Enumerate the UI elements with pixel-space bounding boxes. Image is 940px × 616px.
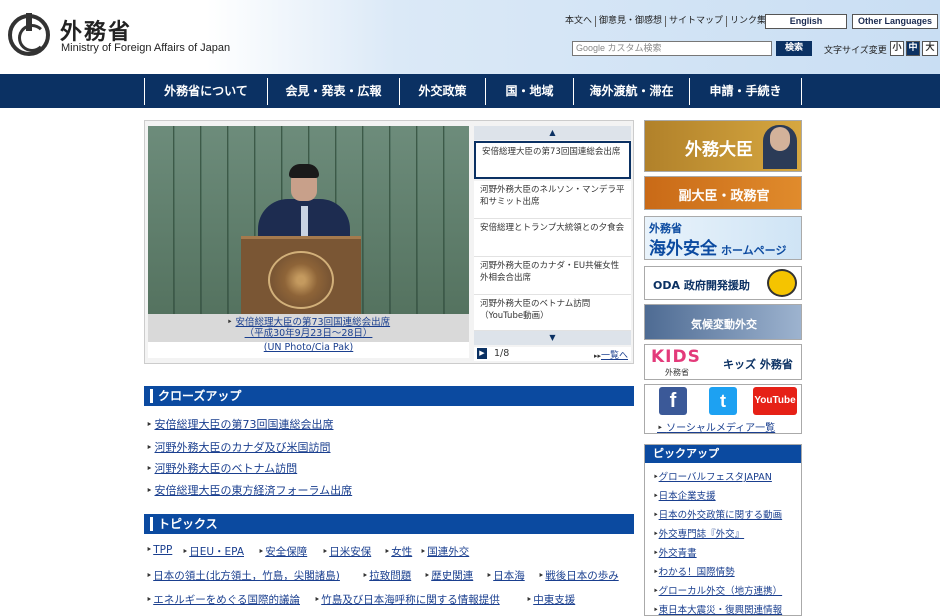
kids-logo: KIDS: [651, 347, 701, 367]
search-input[interactable]: Google カスタム検索: [572, 41, 772, 56]
fontsize-small-button[interactable]: 小: [890, 41, 904, 56]
search-button[interactable]: 検索: [776, 41, 812, 56]
list-down-arrow-icon[interactable]: ▼: [474, 331, 631, 345]
topic-postwar[interactable]: 戦後日本の歩み: [538, 568, 619, 583]
english-button[interactable]: English: [765, 14, 847, 29]
list-all-link[interactable]: 一覧へ: [601, 351, 628, 361]
play-icon[interactable]: ▶: [477, 348, 487, 359]
topic-sea-of-japan[interactable]: 日本海: [486, 568, 525, 583]
pickup-link-6[interactable]: わかる！国際情勢: [653, 564, 735, 578]
util-link-links[interactable]: リンク集: [726, 16, 769, 27]
closeup-link-1[interactable]: 安倍総理大臣の第73回国連総会出席: [146, 416, 334, 432]
minister-banner[interactable]: 外務大臣: [644, 120, 802, 172]
closeup-heading: クローズアップ: [144, 386, 634, 406]
social-media-list-label[interactable]: ソーシャルメディア一覧: [666, 423, 775, 433]
slide-caption-title[interactable]: 安倍総理大臣の第73回国連総会出席: [236, 317, 391, 328]
nav-countries[interactable]: 国・地域: [486, 78, 574, 105]
social-media-box: f t YouTube ‣ ソーシャルメディア一覧: [644, 384, 802, 434]
carousel-item-4[interactable]: 河野外務大臣のカナダ・EU共催女性外相会合出席: [474, 257, 631, 295]
topic-energy[interactable]: エネルギーをめぐる国際的議論: [146, 592, 300, 607]
closeup-link-4[interactable]: 安倍総理大臣の東方経済フォーラム出席: [146, 482, 353, 498]
slide-caption-dates: （平成30年9月23日～28日）: [244, 328, 373, 339]
utility-links: 本文へ 御意見・御感想 サイトマップ リンク集: [562, 16, 769, 27]
pickup-link-7[interactable]: グローカル外交（地方連携）: [653, 583, 783, 597]
safety-label-2: 海外安全: [649, 239, 717, 259]
climate-label: 気候変動外交: [691, 318, 757, 331]
topic-history[interactable]: 歴史関連: [424, 568, 473, 583]
nav-press[interactable]: 会見・発表・広報: [268, 78, 400, 105]
oda-banner[interactable]: ODA 政府開発援助: [644, 266, 802, 300]
topic-territory[interactable]: 日本の領土(北方領土，竹島，尖閣諸島): [146, 568, 340, 583]
closeup-link-3[interactable]: 河野外務大臣のベトナム訪問: [146, 460, 298, 476]
list-up-arrow-icon[interactable]: ▲: [474, 126, 631, 140]
carousel-pager: ▶ 1/8 ▸▸一覧へ: [474, 347, 631, 361]
pickup-heading: ピックアップ: [645, 445, 801, 463]
podium: [241, 236, 361, 314]
pickup-link-2[interactable]: 日本企業支援: [653, 488, 716, 502]
youtube-icon[interactable]: YouTube: [753, 387, 797, 415]
kids-logo-sub: 外務省: [665, 368, 689, 377]
slide-photo[interactable]: [148, 126, 469, 314]
un-emblem-icon: [268, 251, 334, 309]
topic-women[interactable]: 女性: [384, 544, 412, 559]
pickup-link-1[interactable]: グローバルフェスタJAPAN: [653, 469, 772, 483]
logo-title-en[interactable]: Ministry of Foreign Affairs of Japan: [61, 42, 230, 54]
pickup-link-3[interactable]: 日本の外交政策に関する動画: [653, 507, 783, 521]
util-link-feedback[interactable]: 御意見・御感想: [595, 16, 665, 27]
slide-credit: (UN Photo/Cia Pak): [148, 342, 469, 358]
fontsize-medium-button[interactable]: 中: [906, 41, 920, 56]
mofa-logo-icon[interactable]: [8, 13, 50, 56]
fontsize-large-button[interactable]: 大: [922, 41, 938, 56]
topic-abduction[interactable]: 拉致問題: [362, 568, 411, 583]
other-languages-button[interactable]: Other Languages: [852, 14, 938, 29]
nav-foreign-policy[interactable]: 外交政策: [400, 78, 486, 105]
overseas-safety-banner[interactable]: 外務省 海外安全 ホームページ: [644, 216, 802, 260]
topic-us-japan[interactable]: 日米安保: [322, 544, 371, 559]
vice-minister-label: 副大臣・政務官: [678, 189, 770, 204]
topic-takeshima-info[interactable]: 竹島及び日本海呼称に関する情報提供: [314, 592, 500, 607]
pickup-box: ピックアップ グローバルフェスタJAPAN 日本企業支援 日本の外交政策に関する…: [644, 444, 802, 616]
nav-about[interactable]: 外務省について: [144, 78, 268, 105]
topic-eu-epa[interactable]: 日EU・EPA: [182, 544, 244, 559]
fontsize-label: 文字サイズ変更: [824, 46, 887, 56]
topic-un[interactable]: 国連外交: [420, 544, 469, 559]
topic-tpp[interactable]: TPP: [146, 544, 172, 556]
twitter-icon[interactable]: t: [709, 387, 737, 415]
oda-mascot-icon: [767, 269, 797, 297]
kids-banner[interactable]: KIDS 外務省 キッズ 外務省: [644, 344, 802, 380]
social-media-list-link[interactable]: ‣ ソーシャルメディア一覧: [657, 419, 775, 433]
climate-banner[interactable]: 気候変動外交: [644, 304, 802, 340]
util-link-sitemap[interactable]: サイトマップ: [665, 16, 726, 27]
safety-label-3: ホームページ: [721, 244, 787, 257]
carousel-item-5[interactable]: 河野外務大臣のベトナム訪問（YouTube動画）: [474, 295, 631, 331]
nav-travel[interactable]: 海外渡航・滞在: [574, 78, 690, 105]
topics-heading: トピックス: [144, 514, 634, 534]
pager-count: 1/8: [494, 348, 510, 359]
oda-label: ODA 政府開発援助: [653, 279, 750, 292]
feature-carousel: ‣ 安倍総理大臣の第73回国連総会出席 （平成30年9月23日～28日） (UN…: [144, 120, 634, 364]
topic-security[interactable]: 安全保障: [258, 544, 307, 559]
carousel-item-3[interactable]: 安倍総理とトランプ大統領との夕食会: [474, 219, 631, 257]
nav-applications[interactable]: 申請・手続き: [690, 78, 802, 105]
carousel-item-1[interactable]: 安倍総理大臣の第73回国連総会出席: [474, 141, 631, 179]
closeup-link-2[interactable]: 河野外務大臣のカナダ及び米国訪問: [146, 439, 331, 455]
vice-minister-banner[interactable]: 副大臣・政務官: [644, 176, 802, 210]
pickup-link-4[interactable]: 外交専門誌『外交』: [653, 526, 745, 540]
kids-label: キッズ 外務省: [723, 358, 793, 371]
global-nav: 外務省について 会見・発表・広報 外交政策 国・地域 海外渡航・滞在 申請・手続…: [0, 74, 940, 108]
carousel-item-2[interactable]: 河野外務大臣のネルソン・マンデラ平和サミット出席: [474, 181, 631, 219]
topic-middle-east[interactable]: 中東支援: [526, 592, 575, 607]
site-header: 外務省 Ministry of Foreign Affairs of Japan…: [0, 0, 940, 74]
minister-banner-label: 外務大臣: [685, 140, 753, 160]
util-link-main[interactable]: 本文へ: [562, 16, 595, 27]
pickup-link-5[interactable]: 外交青書: [653, 545, 697, 559]
pickup-link-8[interactable]: 東日本大震災・復興関連情報: [653, 602, 783, 616]
facebook-icon[interactable]: f: [659, 387, 687, 415]
